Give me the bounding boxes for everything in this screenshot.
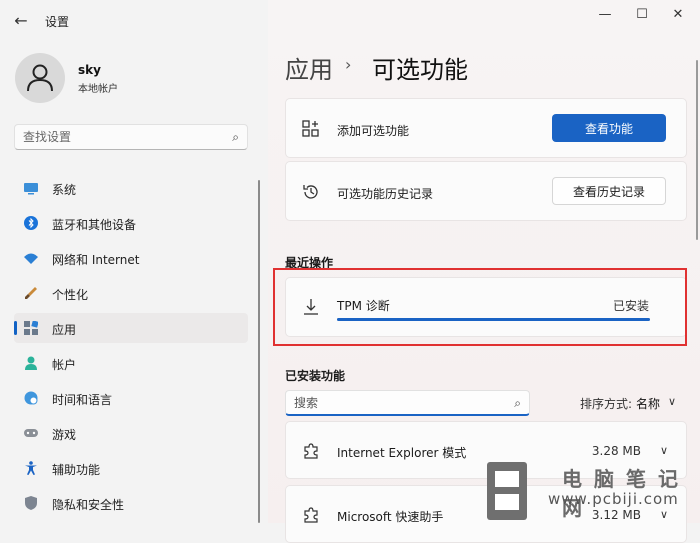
sidebar-item-accounts[interactable]: 帐户 <box>14 348 248 378</box>
feature-name: Internet Explorer 模式 <box>337 446 467 460</box>
watermark-logo <box>487 462 527 520</box>
wifi-icon <box>24 253 38 264</box>
feature-history-label: 可选功能历史记录 <box>337 187 434 201</box>
sidebar-item-accessibility[interactable]: 辅助功能 <box>14 453 248 483</box>
user-name: sky <box>78 63 101 77</box>
apps-icon <box>24 321 38 335</box>
installed-search-input[interactable] <box>294 394 494 412</box>
close-button[interactable]: ✕ <box>663 6 693 24</box>
breadcrumb-separator: › <box>345 55 352 74</box>
minimize-button[interactable]: — <box>590 6 620 24</box>
sidebar-item-bluetooth[interactable]: 蓝牙和其他设备 <box>14 208 248 238</box>
sidebar-item-label: 蓝牙和其他设备 <box>52 218 137 232</box>
sidebar-item-label: 辅助功能 <box>52 463 101 477</box>
sidebar-item-label: 帐户 <box>52 358 77 372</box>
globe-clock-icon <box>24 391 38 405</box>
sidebar-item-label: 个性化 <box>52 288 89 302</box>
window-title: 设置 <box>45 15 70 29</box>
settings-search[interactable]: ⌕ <box>14 124 248 150</box>
breadcrumb-apps[interactable]: 应用 <box>285 50 333 85</box>
view-history-button[interactable]: 查看历史记录 <box>552 177 666 205</box>
sidebar-item-gaming[interactable]: 游戏 <box>14 418 248 448</box>
settings-window: ← 设置 — ☐ ✕ sky 本地帐户 ⌕ 系统 蓝牙和其他设备 网络和 Int… <box>0 0 700 543</box>
maximize-button[interactable]: ☐ <box>627 6 657 24</box>
add-optional-feature-card: 添加可选功能 查看功能 <box>285 98 687 158</box>
gamepad-icon <box>24 429 38 437</box>
title-bar: ← 设置 — ☐ ✕ <box>0 0 700 40</box>
sidebar-scrollbar[interactable] <box>258 180 260 523</box>
shield-icon <box>25 496 37 510</box>
brush-icon <box>25 287 37 299</box>
active-indicator <box>14 321 17 335</box>
add-feature-icon <box>302 120 319 137</box>
sidebar-item-system[interactable]: 系统 <box>14 173 248 203</box>
installed-search[interactable]: ⌕ <box>285 390 530 416</box>
avatar[interactable] <box>15 53 65 103</box>
chevron-down-icon[interactable]: ∨ <box>660 444 668 457</box>
view-features-button[interactable]: 查看功能 <box>552 114 666 142</box>
search-input[interactable] <box>23 128 213 146</box>
sidebar-item-personalization[interactable]: 个性化 <box>14 278 248 308</box>
feature-history-card: 可选功能历史记录 查看历史记录 <box>285 161 687 221</box>
page-title: 可选功能 <box>372 56 468 84</box>
chevron-down-icon[interactable]: ∨ <box>668 395 676 408</box>
bluetooth-icon <box>24 216 38 230</box>
sidebar-item-time-language[interactable]: 时间和语言 <box>14 383 248 413</box>
user-icon <box>27 64 53 92</box>
accessibility-icon <box>25 461 37 475</box>
puzzle-icon <box>304 443 318 459</box>
monitor-icon <box>24 183 38 195</box>
sidebar-item-label: 时间和语言 <box>52 393 113 407</box>
sidebar-item-privacy[interactable]: 隐私和安全性 <box>14 488 248 518</box>
feature-name: Microsoft 快速助手 <box>337 510 444 524</box>
sidebar-item-apps[interactable]: 应用 <box>14 313 248 343</box>
sort-label: 排序方式: <box>580 397 633 411</box>
person-icon <box>25 356 37 370</box>
history-icon <box>303 185 318 199</box>
sidebar-item-network[interactable]: 网络和 Internet <box>14 243 248 273</box>
sidebar-item-label: 系统 <box>52 183 77 197</box>
search-icon[interactable]: ⌕ <box>514 396 521 411</box>
main-scrollbar[interactable] <box>696 60 698 240</box>
sort-dropdown[interactable]: 名称 <box>636 395 660 412</box>
watermark-url: www.pcbiji.com <box>548 490 679 508</box>
feature-size: 3.28 MB <box>591 444 641 458</box>
sidebar-item-label: 网络和 Internet <box>52 253 140 267</box>
search-icon[interactable]: ⌕ <box>232 130 239 145</box>
sidebar-item-label: 隐私和安全性 <box>52 498 125 512</box>
installed-features-title: 已安装功能 <box>285 369 346 383</box>
add-optional-feature-label: 添加可选功能 <box>337 124 410 138</box>
highlight-annotation <box>273 268 687 346</box>
sidebar-item-label: 应用 <box>52 323 77 337</box>
back-button[interactable]: ← <box>10 10 32 32</box>
puzzle-icon <box>304 507 318 523</box>
account-type: 本地帐户 <box>78 84 118 95</box>
sidebar-item-label: 游戏 <box>52 428 77 442</box>
